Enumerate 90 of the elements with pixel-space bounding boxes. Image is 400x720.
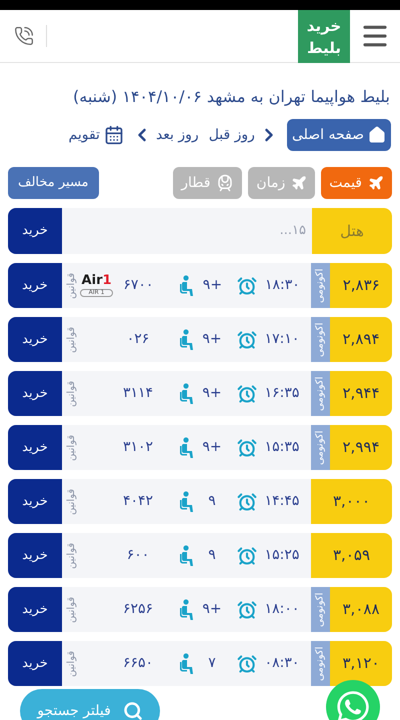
price: ۳,۰۸۸ bbox=[330, 587, 392, 632]
buy-button[interactable]: خرید bbox=[8, 208, 62, 254]
departure-time: ۱۸:۳۰ bbox=[264, 276, 301, 295]
seated-person-icon bbox=[179, 436, 195, 458]
buy-button[interactable]: خرید bbox=[8, 317, 62, 362]
plane-icon bbox=[368, 175, 384, 191]
calendar-icon bbox=[104, 125, 124, 145]
airline-logo: Air1 bbox=[82, 274, 112, 287]
seat-count: +۹ bbox=[202, 276, 224, 295]
flight-number: ۰۲۶ bbox=[126, 330, 150, 349]
reverse-route-button[interactable]: مسیر مخالف bbox=[8, 167, 99, 199]
hotel-label[interactable]: هتل bbox=[312, 208, 392, 254]
rules-link[interactable]: قوانین bbox=[64, 587, 80, 632]
phone-icon[interactable] bbox=[14, 26, 34, 46]
seated-person-icon bbox=[179, 328, 195, 350]
calendar-link[interactable]: تقویم bbox=[68, 124, 100, 146]
seated-person-icon bbox=[179, 598, 195, 620]
previous-day-link[interactable]: روز قبل bbox=[208, 124, 255, 146]
departure-time: ۱۴:۴۵ bbox=[264, 492, 300, 511]
buy-button[interactable]: خرید bbox=[8, 479, 62, 524]
buy-button[interactable]: خرید bbox=[8, 533, 62, 578]
seated-person-icon bbox=[179, 274, 196, 296]
flight-number: ۴۰۴۲ bbox=[122, 492, 154, 511]
departure-time: ۱۷:۱۰ bbox=[264, 330, 300, 349]
rules-link[interactable]: قوانین bbox=[64, 263, 80, 308]
seated-person-icon bbox=[179, 652, 195, 674]
price: ۲,۹۹۴ bbox=[330, 425, 392, 470]
alarm-clock-icon bbox=[237, 600, 257, 620]
alarm-clock-icon bbox=[237, 546, 257, 566]
seat-count: +۹ bbox=[201, 330, 223, 349]
seat-count: ۷ bbox=[207, 654, 217, 673]
departure-time: ۱۸:۰۰ bbox=[264, 600, 300, 619]
rules-link[interactable]: قوانین bbox=[64, 533, 80, 578]
seated-person-icon bbox=[179, 490, 195, 512]
rules-link[interactable]: قوانین bbox=[64, 371, 80, 416]
seated-person-icon bbox=[179, 544, 195, 566]
rules-link[interactable]: قوانین bbox=[64, 479, 80, 524]
page-title: بلیط هواپیما تهران به مشهد ۱۴۰۴/۱۰/۰۶ (شنبه) bbox=[72, 86, 391, 108]
alarm-clock-icon bbox=[237, 438, 257, 458]
seat-count: ۹ bbox=[207, 492, 217, 511]
next-day-link[interactable]: روز بعد bbox=[156, 124, 199, 146]
sort-tab[interactable]: قیمت bbox=[321, 167, 392, 199]
buy-button[interactable]: خرید bbox=[8, 371, 62, 416]
departure-time: ۱۵:۲۵ bbox=[264, 546, 300, 565]
price: ۳,۰۰۰ bbox=[311, 479, 392, 524]
alarm-clock-icon bbox=[237, 654, 257, 674]
search-icon bbox=[122, 701, 143, 720]
cabin-tag: اکونومی bbox=[311, 371, 330, 416]
buy-button[interactable]: خرید bbox=[8, 641, 62, 686]
cabin-tag: اکونومی bbox=[311, 263, 330, 308]
seat-count: +۹ bbox=[201, 438, 223, 457]
plane-icon bbox=[291, 175, 308, 191]
logo[interactable]: خرید بلیط bbox=[298, 10, 350, 63]
departure-time: ۱۶:۳۵ bbox=[264, 384, 300, 403]
rules-link[interactable]: قوانین bbox=[64, 317, 80, 362]
seated-person-icon bbox=[179, 382, 195, 404]
home-button[interactable]: صفحه اصلی bbox=[286, 119, 391, 151]
price: ۳,۰۵۹ bbox=[311, 533, 392, 578]
buy-button[interactable]: خرید bbox=[8, 425, 62, 470]
search-filter-button[interactable]: فیلتر جستجو bbox=[20, 689, 160, 720]
buy-button[interactable]: خرید bbox=[8, 263, 62, 308]
price: ۲,۹۴۴ bbox=[330, 371, 392, 416]
flight-number: ۶۰۰ bbox=[126, 546, 150, 565]
cabin-tag: اکونومی bbox=[311, 425, 330, 470]
flight-number: ۳۱۱۴ bbox=[122, 384, 154, 403]
cabin-tag: اکونومی bbox=[311, 317, 330, 362]
price: ۲,۸۳۶ bbox=[330, 263, 392, 308]
rules-link[interactable]: قوانین bbox=[64, 425, 80, 470]
cabin-tag: اکونومی bbox=[311, 587, 330, 632]
price: ۲,۸۹۴ bbox=[330, 317, 392, 362]
alarm-clock-icon bbox=[237, 492, 257, 512]
train-icon bbox=[216, 174, 234, 192]
alarm-clock-icon bbox=[237, 384, 257, 404]
flight-number: ۳۱۰۲ bbox=[122, 438, 154, 457]
buy-button[interactable]: خرید bbox=[8, 587, 62, 632]
hotel-info: ۱۵... bbox=[278, 222, 306, 240]
rules-link[interactable]: قوانین bbox=[64, 641, 80, 686]
seat-count: +۹ bbox=[201, 600, 223, 619]
seat-count: +۹ bbox=[201, 384, 223, 403]
flight-number: ۶۲۵۶ bbox=[122, 600, 154, 619]
seat-count: ۹ bbox=[207, 546, 217, 565]
home-icon bbox=[368, 126, 386, 144]
cabin-tag: اکونومی bbox=[311, 641, 330, 686]
alarm-clock-icon bbox=[237, 276, 258, 296]
alarm-clock-icon bbox=[237, 330, 257, 350]
flight-number: ۶۷۰۰ bbox=[122, 276, 154, 295]
departure-time: ۰۸:۳۰ bbox=[264, 654, 300, 673]
phone-bubble-icon bbox=[335, 689, 371, 720]
flight-number: ۶۶۵۰ bbox=[122, 654, 154, 673]
departure-time: ۱۵:۳۵ bbox=[264, 438, 300, 457]
